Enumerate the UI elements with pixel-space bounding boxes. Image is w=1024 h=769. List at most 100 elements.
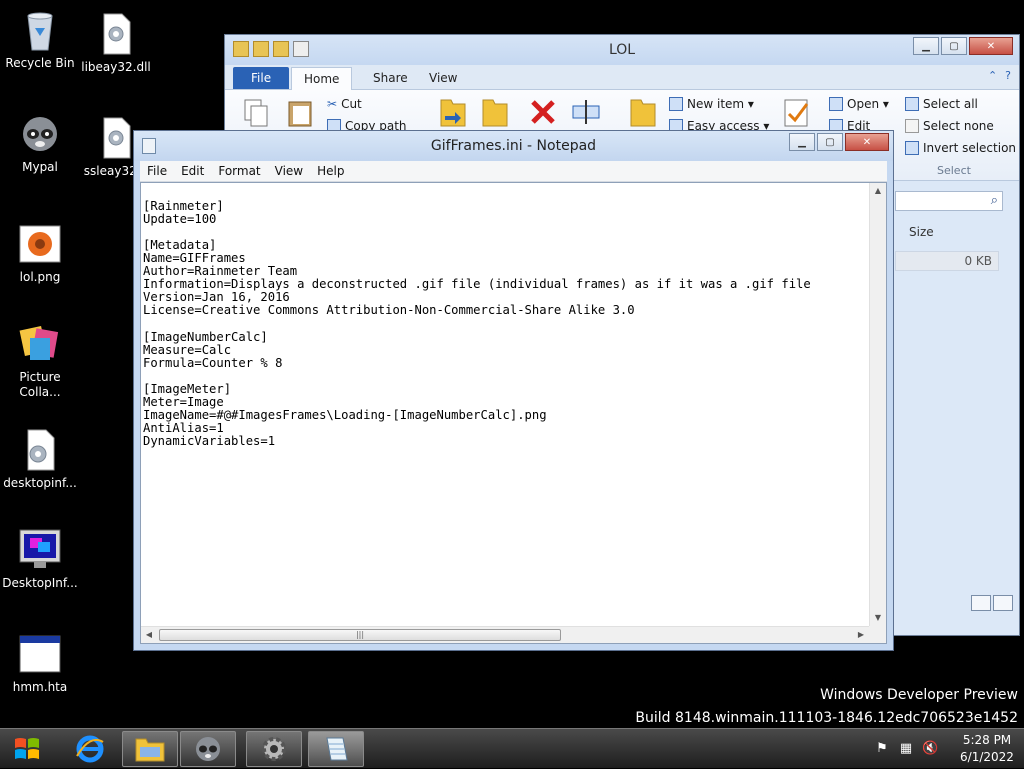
flag-icon[interactable]: ⚑: [874, 741, 890, 757]
desktop-icon-label: Picture Colla...: [19, 370, 61, 399]
notepad-titlebar[interactable]: GifFrames.ini - Notepad ▁ ▢ ✕: [134, 131, 893, 161]
volume-muted-icon[interactable]: 🔇: [922, 741, 938, 757]
taskbar-control-panel[interactable]: [246, 731, 302, 767]
desktop-icon-mypal[interactable]: Mypal: [0, 112, 80, 175]
menu-help[interactable]: Help: [310, 161, 351, 181]
close-button[interactable]: ✕: [969, 37, 1013, 55]
cut-button[interactable]: ✂ Cut: [327, 97, 362, 111]
taskbar-mypal[interactable]: [180, 731, 236, 767]
select-all-icon: [905, 97, 919, 111]
desktop-icon-label: hmm.hta: [12, 680, 68, 694]
desktop-icon-label: lol.png: [19, 270, 61, 284]
details-view-icon[interactable]: [971, 595, 991, 611]
paste-button[interactable]: [287, 98, 315, 128]
image-file-icon: [18, 222, 62, 266]
search-icon[interactable]: ⌕: [991, 193, 998, 208]
desktop-icon-hmm-hta[interactable]: hmm.hta: [0, 632, 80, 695]
tab-view[interactable]: View: [417, 67, 469, 89]
move-to-button[interactable]: [439, 96, 467, 128]
select-none-button[interactable]: Select none: [905, 119, 994, 133]
desktop-icon-recycle-bin[interactable]: Recycle Bin: [0, 8, 80, 71]
copy-button[interactable]: [243, 98, 269, 128]
clock-time: 5:28 PM: [962, 733, 1012, 747]
desktop-icon-desktopinf-app[interactable]: DesktopInf...: [0, 528, 80, 591]
taskbar-notepad[interactable]: [308, 731, 364, 767]
maximize-button[interactable]: ▢: [941, 37, 967, 55]
explorer-titlebar[interactable]: LOL ▁ ▢ ✕: [225, 35, 1019, 65]
tab-share[interactable]: Share: [361, 67, 420, 89]
properties-icon: [784, 99, 809, 127]
open-button[interactable]: Open ▾: [829, 97, 889, 111]
new-item-icon: [669, 97, 683, 111]
rename-button[interactable]: [571, 98, 601, 126]
menu-view[interactable]: View: [268, 161, 310, 181]
size-grip[interactable]: [869, 626, 886, 643]
scroll-right-icon[interactable]: ▶: [853, 627, 869, 643]
desktop-icon-libeay32[interactable]: libeay32.dll: [76, 12, 156, 75]
tab-home[interactable]: Home: [291, 67, 353, 90]
taskbar: ⚑ ▦ 🔇 5:28 PM 6/1/2022: [0, 728, 1024, 768]
windows-logo-icon: [15, 738, 39, 759]
menu-bar: File Edit Format View Help: [140, 161, 887, 182]
text-editor-area[interactable]: [Rainmeter] Update=100 [Metadata] Name=G…: [140, 182, 887, 644]
menu-format[interactable]: Format: [211, 161, 267, 181]
horizontal-scrollbar[interactable]: ◀ ||| ▶: [141, 626, 869, 643]
taskbar-file-explorer[interactable]: [122, 731, 178, 767]
vertical-scrollbar[interactable]: ▲ ▼: [869, 183, 886, 626]
menu-file[interactable]: File: [140, 161, 174, 181]
desktop-icon-lol-png[interactable]: lol.png: [0, 222, 80, 285]
minimize-button[interactable]: ▁: [789, 133, 815, 151]
cut-label: Cut: [341, 97, 362, 111]
invert-selection-button[interactable]: Invert selection: [905, 141, 1016, 155]
paste-icon: [288, 101, 312, 127]
file-size-cell: 0 KB: [895, 251, 999, 271]
clock[interactable]: 5:28 PM 6/1/2022: [956, 732, 1018, 766]
scroll-left-icon[interactable]: ◀: [141, 627, 157, 643]
build-watermark: Windows Developer Preview Build 8148.win…: [635, 684, 1018, 730]
copy-to-button[interactable]: [481, 96, 509, 128]
scroll-thumb[interactable]: |||: [159, 629, 561, 641]
properties-button[interactable]: [783, 98, 811, 128]
close-button[interactable]: ✕: [845, 133, 889, 151]
explorer-window-buttons: ▁ ▢ ✕: [913, 37, 1013, 55]
desktop-icon-label: desktopinf...: [3, 476, 77, 490]
desktop-icon-label: libeay32.dll: [81, 60, 151, 74]
network-icon[interactable]: ▦: [898, 741, 914, 757]
invert-selection-label: Invert selection: [923, 141, 1017, 155]
notepad-window[interactable]: GifFrames.ini - Notepad ▁ ▢ ✕ File Edit …: [133, 130, 894, 651]
new-folder-button[interactable]: [629, 96, 657, 128]
minimize-button[interactable]: ▁: [913, 37, 939, 55]
select-all-button[interactable]: Select all: [905, 97, 978, 111]
maximize-button[interactable]: ▢: [817, 133, 843, 151]
internet-explorer-icon: [76, 735, 104, 763]
new-item-label: New item ▾: [687, 97, 754, 111]
taskbar-internet-explorer[interactable]: [62, 731, 118, 767]
view-buttons: [971, 595, 1013, 611]
search-input[interactable]: ⌕: [895, 191, 1003, 211]
scroll-down-icon[interactable]: ▼: [870, 610, 886, 626]
new-item-button[interactable]: New item ▾: [669, 97, 754, 111]
start-button[interactable]: [4, 731, 50, 767]
desktop-icon-label: Recycle Bin: [5, 56, 75, 70]
dll-file-icon: [94, 116, 138, 160]
application-window-icon: [18, 632, 62, 676]
chevron-up-icon[interactable]: ⌃: [988, 69, 997, 82]
select-none-label: Select none: [923, 119, 994, 133]
picture-collage-icon: [18, 322, 62, 366]
desktop-icon-picture-collage[interactable]: Picture Colla...: [0, 322, 80, 400]
gear-icon: [262, 737, 286, 761]
copy-to-icon: [482, 99, 508, 127]
menu-edit[interactable]: Edit: [174, 161, 211, 181]
large-icons-view-icon[interactable]: [993, 595, 1013, 611]
copy-icon: [244, 99, 268, 127]
desktop-icon-desktopinf-ini[interactable]: desktopinf...: [0, 428, 80, 491]
notepad-title: GifFrames.ini - Notepad: [430, 138, 597, 154]
help-icon[interactable]: ?: [1005, 69, 1011, 82]
document-text[interactable]: [Rainmeter] Update=100 [Metadata] Name=G…: [143, 187, 868, 625]
tab-file[interactable]: File: [233, 67, 290, 89]
scroll-up-icon[interactable]: ▲: [870, 183, 886, 199]
column-header-size[interactable]: Size: [909, 225, 934, 239]
scissors-icon: ✂: [327, 97, 338, 111]
delete-button[interactable]: [529, 98, 557, 126]
explorer-title: LOL: [608, 42, 636, 58]
